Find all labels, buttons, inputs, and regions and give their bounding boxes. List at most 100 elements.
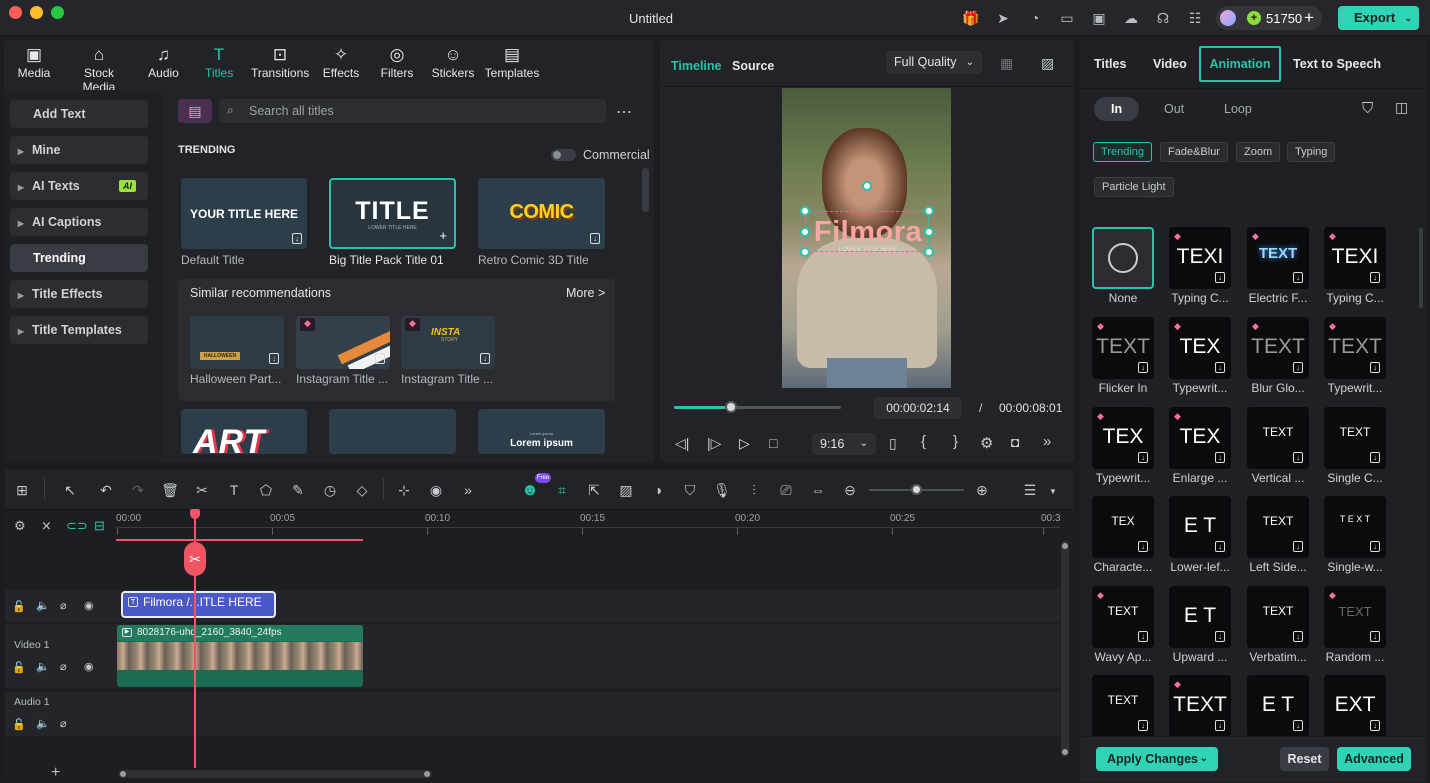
chip-trending[interactable]: Trending [1093, 142, 1153, 162]
animation-preset[interactable]: ◆ TEXT ↓ [1324, 586, 1386, 648]
title-clip[interactable]: T Filmora /...ITLE HERE [121, 591, 276, 618]
animation-preset[interactable] [1092, 227, 1154, 289]
chip-fade-blur[interactable]: Fade&Blur [1160, 142, 1228, 162]
video-clip[interactable]: ▶ 8028176-uhd_2160_3840_24fps [117, 625, 363, 687]
subtab-loop[interactable]: Loop [1224, 97, 1252, 121]
more-controls-icon[interactable]: » [1043, 433, 1051, 450]
tab-timeline[interactable]: Timeline [671, 59, 721, 73]
ai-title-button[interactable]: ▤ [178, 99, 212, 123]
subtab-out[interactable]: Out [1164, 97, 1184, 121]
tab-transitions[interactable]: ⊡ Transitions [251, 44, 309, 84]
mute-track-icon[interactable]: ⌀ [60, 660, 67, 673]
similar-thumb-instagram-2[interactable]: INSTA STORY ◆ ↓ [401, 316, 495, 369]
headset-icon[interactable]: ◔ [1026, 9, 1044, 27]
redo-icon[interactable]: ↷ [129, 481, 147, 499]
fit-icon[interactable]: ⇔ [809, 481, 827, 499]
lock-icon[interactable]: 🔓 [12, 661, 26, 674]
zoom-in-icon[interactable]: ⊕ [973, 481, 991, 499]
zoom-slider[interactable] [869, 484, 964, 495]
eye-icon[interactable]: ◉ [84, 599, 94, 612]
chevron-down-icon[interactable]: ▼ [1049, 487, 1057, 496]
resize-handle[interactable] [924, 227, 934, 237]
split-icon[interactable]: ✂ [193, 481, 211, 499]
grid-view-icon[interactable]: ▦ [1000, 55, 1013, 72]
animation-preset[interactable]: ◆ TEX ↓ [1169, 407, 1231, 469]
render-icon[interactable]: ⎚ [777, 481, 795, 499]
zoom-slider-knob[interactable] [911, 484, 922, 495]
animation-preset[interactable]: TEX ↓ [1092, 496, 1154, 558]
eye-icon[interactable]: ◉ [84, 660, 94, 673]
shield-icon[interactable]: ⛉ [681, 481, 699, 499]
sidebar-item-mine[interactable]: ▶ Mine [10, 136, 148, 164]
track-height-icon[interactable]: ☰ [1021, 481, 1039, 499]
title-thumb-blank[interactable] [329, 409, 456, 454]
library-scrollbar[interactable] [642, 168, 649, 212]
title-thumb-big-title[interactable]: TITLE LOWER TITLE HERE + [329, 178, 456, 249]
link-icon[interactable]: ⊂⊃ [66, 518, 88, 534]
current-time[interactable]: 00:00:02:14 [874, 397, 962, 419]
timeline-settings-icon[interactable]: ⚙ [14, 518, 26, 534]
animation-preset[interactable]: ◆ TEX ↓ [1169, 317, 1231, 379]
timeline-horizontal-scrollbar[interactable] [118, 770, 432, 778]
sidebar-item-add-text[interactable]: Add Text [10, 100, 148, 128]
delete-icon[interactable]: 🗑 [161, 481, 179, 499]
zoom-out-icon[interactable]: ⊖ [841, 481, 859, 499]
reset-button[interactable]: Reset [1280, 747, 1329, 771]
resize-handle[interactable] [800, 206, 810, 216]
speaker-icon[interactable]: 🔈 [36, 660, 50, 673]
aspect-select[interactable]: 9:16 ⌄ [812, 433, 876, 455]
cloud-upload-icon[interactable]: ☁ [1122, 9, 1140, 27]
resize-handle[interactable] [800, 247, 810, 257]
animation-preset[interactable]: TEXT ↓ [1247, 407, 1309, 469]
undo-icon[interactable]: ↶ [97, 481, 115, 499]
crop-tool-icon[interactable]: ⬠ [257, 481, 275, 499]
tab-text-to-speech[interactable]: Text to Speech [1293, 57, 1381, 71]
chip-typing[interactable]: Typing [1287, 142, 1336, 162]
chip-zoom[interactable]: Zoom [1236, 142, 1281, 162]
tab-templates[interactable]: ▤ Templates [484, 44, 540, 84]
crop-icon[interactable]: ▯ [889, 435, 897, 452]
add-icon[interactable]: + [439, 228, 447, 243]
animation-preset[interactable]: ◆ TEXT ↓ [1169, 675, 1231, 737]
timeline-vertical-scrollbar[interactable] [1061, 541, 1069, 757]
support-icon[interactable]: ☊ [1154, 9, 1172, 27]
ai-tool-icon[interactable]: ◉ [427, 481, 445, 499]
animation-preset[interactable]: TEXT ↓ [1324, 407, 1386, 469]
animation-preset[interactable]: ◆ TEXI ↓ [1324, 227, 1386, 289]
sidebar-item-title-templates[interactable]: ▶ Title Templates [10, 316, 148, 344]
title-thumb-default[interactable]: YOUR TITLE HERE ↓ [181, 178, 307, 249]
select-tool-icon[interactable]: ↖ [61, 481, 79, 499]
animation-preset[interactable]: E T ↓ [1169, 496, 1231, 558]
split-at-playhead-button[interactable]: ✂ [184, 542, 206, 576]
mark-out-icon[interactable]: } [953, 433, 958, 450]
gift-icon[interactable]: 🎁 [962, 9, 980, 27]
lock-icon[interactable]: 🔓 [12, 600, 26, 613]
export-button[interactable]: Export ⌄ [1338, 6, 1419, 30]
stop-icon[interactable]: □ [769, 435, 777, 451]
sidebar-item-trending[interactable]: Trending [10, 244, 148, 272]
work-area-bar[interactable] [116, 539, 363, 541]
tab-stock-media[interactable]: ⌂ Stock Media [66, 44, 132, 94]
subtab-in[interactable]: In [1094, 97, 1140, 121]
auto-reframe-icon[interactable]: ⊹ [395, 481, 413, 499]
draw-icon[interactable]: ✎ [289, 481, 307, 499]
animation-preset[interactable]: ◆ TEX ↓ [1092, 407, 1154, 469]
animation-preset[interactable]: ◆ TEXT ↓ [1247, 317, 1309, 379]
title-bounding-box[interactable]: Filmora LOWER TITLE HERE [805, 211, 929, 253]
snap-icon[interactable]: ⊟ [94, 518, 105, 534]
tab-source[interactable]: Source [732, 59, 774, 73]
motion-icon[interactable]: ◑ [649, 481, 667, 499]
filter-icon[interactable]: ⛉ [1362, 100, 1373, 117]
more-tools-icon[interactable]: » [459, 481, 477, 499]
send-icon[interactable]: ➤ [994, 9, 1012, 27]
tab-titles[interactable]: T Titles [205, 44, 233, 84]
keyframe-icon[interactable]: ◇ [353, 481, 371, 499]
playhead-handle[interactable] [190, 509, 200, 519]
animation-preset[interactable]: E T ↓ [1169, 586, 1231, 648]
display-icon[interactable]: ▭ [1058, 9, 1076, 27]
prev-frame-icon[interactable]: ◁| [675, 435, 689, 452]
title-thumb-comic[interactable]: COMIC ↓ [478, 178, 605, 249]
save-preset-icon[interactable]: ◫ [1395, 99, 1408, 116]
tab-effects[interactable]: ✧ Effects [322, 44, 360, 84]
image-edit-icon[interactable]: ▨ [617, 481, 635, 499]
